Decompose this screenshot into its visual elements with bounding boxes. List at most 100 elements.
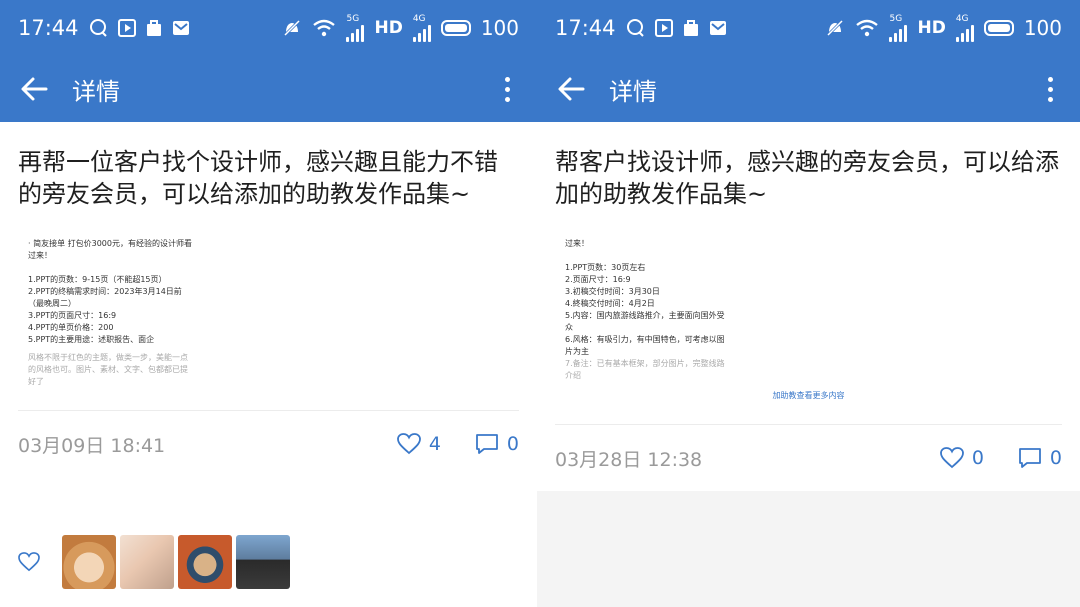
back-arrow-icon [21,77,48,101]
attachment-faint-lines: 风格不限于红色的主题，做类一步，美能一点 的风格也可。图片、素材、文字、包都都已提… [28,352,509,388]
post-attachment-image[interactable]: · 简友接单 打包价3000元，有经验的设计师看 过来！ 1.PPT的页数：9-1… [18,228,519,398]
attachment-line: （最晚周二） [28,299,76,308]
toolbar: 详情 [537,56,1080,122]
empty-area [537,486,1080,607]
back-button[interactable] [12,67,56,111]
post-meta: 03月09日 18:41 4 0 [18,411,519,477]
screen-right: 17:44 5G HD 4G 100 详情 帮客户找设计师，感兴趣的旁友会员，可… [537,0,1080,607]
play-icon [117,19,136,37]
attachment-line: 风格不限于红色的主题，做类一步，美能一点 [28,353,188,362]
attachment-line: 4.PPT的单页价格：200 [28,323,114,332]
post-content: 帮客户找设计师，感兴趣的旁友会员，可以给添加的助教发作品集~ 过来！ 1.PPT… [537,122,1080,491]
like-button[interactable]: 4 [396,433,441,455]
attachment-line: 1.PPT页数：30页左右 [565,263,646,272]
post-attachment-image[interactable]: 过来！ 1.PPT页数：30页左右 2.页面尺寸：16:9 3.初稿交付时间：3月3… [555,228,1062,412]
attachment-line: 1.PPT的页数：9-15页（不能超15页） [28,275,167,284]
net-5g-label: 5G [346,13,360,24]
more-vertical-icon [504,76,510,82]
attachment-more-link[interactable]: 加助教查看更多内容 [565,390,1052,402]
attachment-line: 4.終稿交付时间：4月2日 [565,299,655,308]
battery-level: 100 [1023,16,1062,40]
comment-button[interactable]: 0 [475,433,519,455]
heart-icon [939,447,964,469]
comment-button[interactable]: 0 [1018,447,1062,469]
attachment-line: 5.内容：国内旅游线路推介，主要面向国外受 [565,311,725,320]
mail-icon [709,21,726,35]
mail-icon [172,21,189,35]
net-4g-label: 4G [955,13,969,24]
avatar[interactable] [120,535,174,589]
comment-count: 0 [1049,447,1062,469]
attachment-line: 过来！ [565,239,589,248]
play-icon [654,19,673,37]
comment-icon [1019,448,1041,468]
chat-icon [89,19,107,37]
avatar[interactable] [62,535,116,589]
attachment-line: 过来！ [28,251,52,260]
comment-count: 0 [506,433,519,455]
wifi-icon [856,19,879,37]
like-count: 4 [428,433,441,455]
attachment-line: 7.备注：已有基本框架，部分图片，完整线路 [565,359,725,368]
status-time: 17:44 [18,16,79,40]
post-date: 03月09日 18:41 [18,434,166,457]
attachment-line: 的风格也可。图片、素材、文字、包都都已提 [28,365,188,374]
avatar[interactable] [178,535,232,589]
post-text: 帮客户找设计师，感兴趣的旁友会员，可以给添加的助教发作品集~ [555,148,1059,208]
mute-icon [827,19,844,37]
post-text: 再帮一位客户找个设计师，感兴趣且能力不错的旁友会员，可以给添加的助教发作品集~ [18,148,498,208]
avatar[interactable] [236,535,290,589]
attachment-line: 3.PPT的页面尺寸：16:9 [28,311,117,320]
battery-icon [440,20,471,36]
attachment-lines: 过来！ 1.PPT页数：30页左右 2.页面尺寸：16:9 3.初稿交付时间：3月3… [565,238,1052,358]
back-arrow-icon [558,77,585,101]
attachment-line: 5.PPT的主要用途：述职报告、面企 [28,335,155,344]
attachment-line: 3.初稿交付时间：3月30日 [565,287,660,296]
more-options-button[interactable] [489,67,525,111]
status-right: 5G HD 4G 100 [825,13,1062,42]
bag-icon [146,20,161,36]
attachment-line: 片为主 [565,347,589,356]
heart-icon [18,552,40,572]
attachment-line: 2.PPT的终稿需求时间：2023年3月14日前 [28,287,182,296]
wifi-icon [313,19,336,37]
signal-4g-icon [955,24,974,42]
attachment-line: 2.页面尺寸：16:9 [565,275,631,284]
attachment-line: · 简友接单 打包价3000元，有经验的设计师看 [28,239,192,248]
attachment-line: 好了 [28,377,44,386]
attachment-line [565,250,1052,262]
page-title: 详情 [72,77,120,106]
like-count: 0 [971,447,984,469]
more-options-button[interactable] [1032,67,1068,111]
signal-5g-icon [889,24,908,42]
like-button[interactable]: 0 [939,447,984,469]
post-date: 03月28日 12:38 [555,448,703,471]
liked-by-row [18,535,290,589]
attachment-faint-lines: 7.备注：已有基本框架，部分图片，完整线路 介绍 [565,358,1052,382]
hd-label: HD [374,18,403,38]
attachment-line [28,262,509,274]
battery-level: 100 [480,16,519,40]
chat-icon [626,19,644,37]
notification-icons [89,18,190,38]
heart-icon [396,433,421,455]
post-actions: 0 0 [939,447,1062,469]
more-vertical-icon [1047,76,1053,82]
screen-left: 17:44 5G HD 4G 100 详情 再帮一位客户找个设计师，感兴趣且能力… [0,0,537,607]
bag-icon [683,20,698,36]
net-4g-label: 4G [412,13,426,24]
status-time: 17:44 [555,16,616,40]
page-title: 详情 [609,77,657,106]
post-meta: 03月28日 12:38 0 0 [555,425,1062,491]
hd-label: HD [917,18,946,38]
back-button[interactable] [549,67,593,111]
post-content: 再帮一位客户找个设计师，感兴趣且能力不错的旁友会员，可以给添加的助教发作品集~ … [0,122,537,477]
attachment-lines: · 简友接单 打包价3000元，有经验的设计师看 过来！ 1.PPT的页数：9-1… [28,238,509,346]
status-bar: 17:44 5G HD 4G 100 [537,0,1080,56]
app-bar: 17:44 5G HD 4G 100 详情 [537,0,1080,122]
post-actions: 4 0 [396,433,519,455]
attachment-line: 介绍 [565,371,581,380]
mute-icon [284,19,301,37]
status-right: 5G HD 4G 100 [282,13,519,42]
screens: 17:44 5G HD 4G 100 详情 再帮一位客户找个设计师，感兴趣且能力… [0,0,1080,607]
